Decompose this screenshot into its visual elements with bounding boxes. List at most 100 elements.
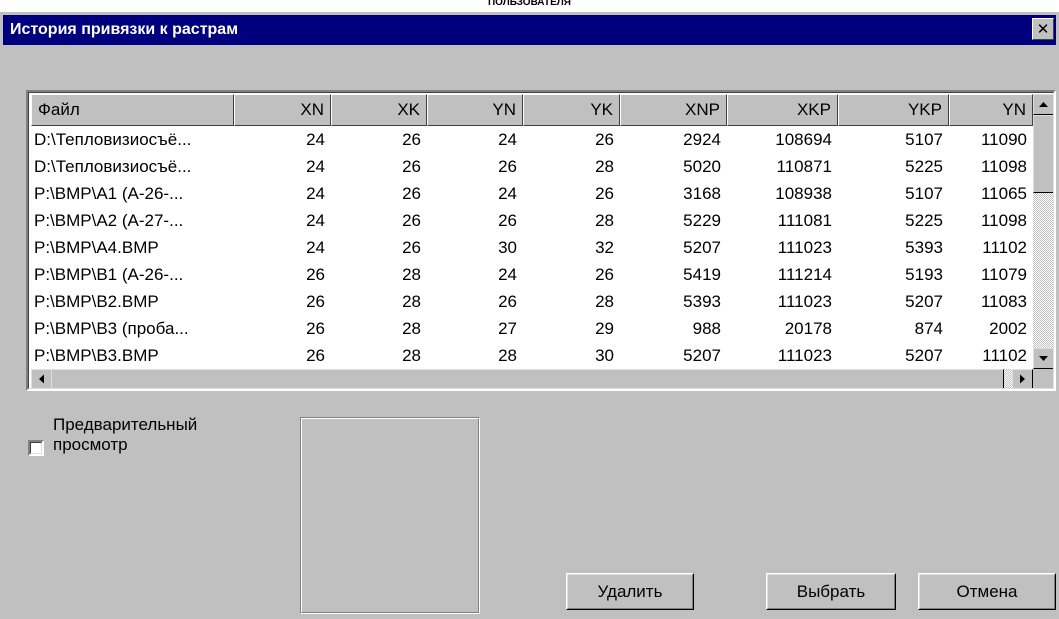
document-header-text: ПОЛЬЗОВАТЕЛЯ (487, 0, 571, 8)
value-cell: 5225 (905, 211, 943, 230)
value-cell: 20178 (784, 319, 832, 338)
vertical-scrollbar[interactable] (1033, 94, 1054, 369)
close-button[interactable]: ✕ (1032, 18, 1054, 40)
value-cell: 30 (595, 346, 614, 365)
value-cell: 2924 (683, 130, 721, 149)
scroll-corner (1033, 369, 1054, 389)
value-cell: 11098 (980, 157, 1027, 176)
value-cell: 988 (692, 319, 721, 338)
value-cell: 26 (306, 319, 325, 338)
preview-checkbox[interactable] (28, 440, 44, 456)
value-cell: 28 (595, 292, 614, 311)
value-cell: 11098 (980, 211, 1027, 230)
file-cell: D:\Тепловизиосъё... (34, 157, 192, 176)
column-header[interactable]: YKP (838, 94, 949, 126)
delete-button[interactable]: Удалить (566, 573, 694, 610)
horizontal-scroll-thumb[interactable] (51, 369, 1004, 389)
horizontal-scrollbar[interactable] (31, 369, 1033, 389)
table-row[interactable]: P:\BMP\B3.BMP 26 28 28 30 5207 111023 5207 11102 (31, 342, 1033, 369)
value-cell: 32 (595, 238, 614, 257)
value-cell: 5207 (905, 346, 943, 365)
column-header[interactable]: YN (427, 94, 523, 126)
scroll-down-button[interactable] (1033, 348, 1054, 369)
table-row[interactable]: P:\BMP\A2 (A-27-... 24 26 26 28 5229 111081 522… (31, 207, 1033, 234)
value-cell: 28 (595, 211, 614, 230)
value-cell: 24 (498, 265, 517, 284)
column-header[interactable]: XKP (727, 94, 838, 126)
column-header[interactable]: XK (331, 94, 427, 126)
value-cell: 26 (498, 292, 517, 311)
arrow-down-icon (1039, 356, 1048, 361)
value-cell: 24 (306, 211, 325, 230)
value-cell: 11102 (982, 346, 1027, 365)
title-bar: История привязки к растрам ✕ (3, 15, 1056, 45)
value-cell: 111023 (777, 346, 832, 365)
value-cell: 108938 (775, 184, 832, 203)
value-cell: 26 (595, 265, 614, 284)
table-row[interactable]: P:\BMP\B1 (A-26-... 26 28 24 26 5419 111214 519… (31, 261, 1033, 288)
value-cell: 11102 (982, 238, 1027, 257)
value-cell: 5020 (683, 157, 721, 176)
value-cell: 11079 (980, 265, 1027, 284)
value-cell: 28 (595, 157, 614, 176)
value-cell: 111214 (777, 265, 832, 284)
file-cell: P:\BMP\A1 (A-26-... (34, 184, 184, 203)
value-cell: 26 (402, 184, 421, 203)
column-header[interactable]: XNP (620, 94, 727, 126)
table-grid: Файл XN XK YN YK XNP XKP YKP YN D:\Тепловизиосъё… (31, 94, 1033, 369)
value-cell: 5207 (683, 346, 721, 365)
close-icon: ✕ (1036, 20, 1050, 38)
preview-checkbox-label[interactable]: Предварительный просмотр (53, 415, 243, 455)
value-cell: 5107 (905, 184, 943, 203)
column-header[interactable]: YK (523, 94, 620, 126)
table-row[interactable]: D:\Тепловизиосъё... 24 26 26 28 5020 110871 522… (31, 153, 1033, 180)
scroll-right-button[interactable] (1012, 369, 1033, 389)
file-cell: P:\BMP\A4.BMP (34, 238, 159, 257)
column-header[interactable]: Файл (31, 94, 234, 126)
value-cell: 28 (402, 346, 421, 365)
value-cell: 26 (306, 292, 325, 311)
table-row[interactable]: P:\BMP\A4.BMP 24 26 30 32 5207 111023 5393 11102 (31, 234, 1033, 261)
column-header[interactable]: XN (234, 94, 331, 126)
value-cell: 26 (595, 184, 614, 203)
table-header: Файл XN XK YN YK XNP XKP YKP YN (31, 94, 1033, 126)
vertical-scroll-thumb[interactable] (1033, 115, 1054, 193)
value-cell: 24 (306, 184, 325, 203)
table-row[interactable]: P:\BMP\B2.BMP 26 28 26 28 5393 111023 5207 11083 (31, 288, 1033, 315)
value-cell: 2002 (989, 319, 1027, 338)
arrow-left-icon (39, 374, 44, 384)
value-cell: 24 (306, 238, 325, 257)
table-row[interactable]: P:\BMP\B3 (проба... 26 28 27 29 988 20178 874 20… (31, 315, 1033, 342)
value-cell: 24 (306, 130, 325, 149)
value-cell: 5229 (683, 211, 721, 230)
dialog-window: История привязки к растрам ✕ Файл XN XK YN Y… (0, 12, 1059, 619)
value-cell: 28 (402, 319, 421, 338)
scroll-up-button[interactable] (1033, 94, 1054, 115)
scroll-left-button[interactable] (31, 369, 52, 389)
preview-area (300, 417, 480, 614)
file-cell: P:\BMP\A2 (A-27-... (34, 211, 184, 230)
table-row[interactable]: P:\BMP\A1 (A-26-... 24 26 24 26 3168 108938 510… (31, 180, 1033, 207)
window-title: История привязки к растрам (10, 21, 239, 38)
value-cell: 27 (498, 319, 517, 338)
history-table[interactable]: Файл XN XK YN YK XNP XKP YKP YN D:\Тепловизиосъё… (26, 90, 1056, 391)
value-cell: 110871 (776, 157, 832, 176)
file-cell: P:\BMP\B3.BMP (34, 346, 159, 365)
value-cell: 24 (498, 130, 517, 149)
value-cell: 11090 (980, 130, 1027, 149)
select-button[interactable]: Выбрать (766, 573, 896, 610)
value-cell: 5207 (683, 238, 721, 257)
value-cell: 5393 (683, 292, 721, 311)
value-cell: 28 (498, 346, 517, 365)
file-cell: D:\Тепловизиосъё... (34, 130, 192, 149)
table-row[interactable]: D:\Тепловизиосъё... 24 26 24 26 2924 108694 510… (31, 126, 1033, 153)
value-cell: 24 (498, 184, 517, 203)
cancel-button[interactable]: Отмена (918, 573, 1056, 610)
value-cell: 26 (402, 238, 421, 257)
value-cell: 5419 (683, 265, 721, 284)
value-cell: 26 (306, 346, 325, 365)
value-cell: 111023 (777, 238, 832, 257)
column-header[interactable]: YN (949, 94, 1033, 126)
value-cell: 11083 (980, 292, 1027, 311)
value-cell: 29 (595, 319, 614, 338)
